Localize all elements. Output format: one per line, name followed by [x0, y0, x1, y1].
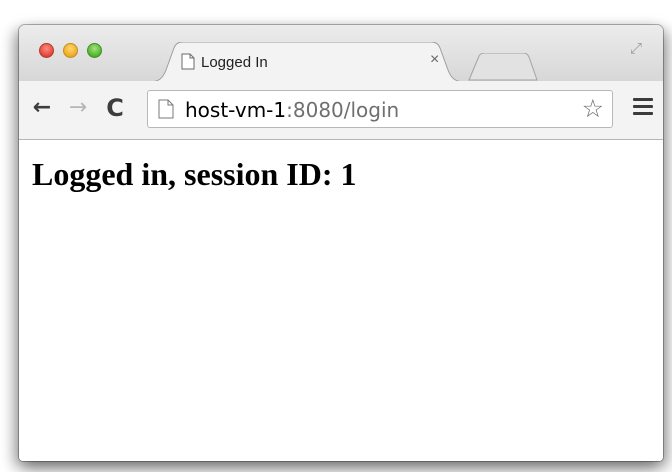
- browser-window: Logged In × ⤢ ← → C host-vm-1:8080/login…: [19, 25, 663, 461]
- menu-bar: [633, 105, 653, 108]
- screen: Logged In × ⤢ ← → C host-vm-1:8080/login…: [0, 0, 672, 472]
- page-content: Logged in, session ID: 1: [19, 140, 663, 461]
- minimize-window-button[interactable]: [63, 43, 78, 58]
- tab-shape: [149, 42, 465, 82]
- reload-button[interactable]: C: [101, 94, 129, 122]
- page-heading: Logged in, session ID: 1: [32, 156, 357, 192]
- tab-close-icon[interactable]: ×: [430, 51, 439, 69]
- tab-logged-in[interactable]: Logged In ×: [149, 42, 465, 82]
- back-button[interactable]: ←: [28, 94, 56, 122]
- forward-button[interactable]: →: [64, 94, 92, 122]
- close-window-button[interactable]: [39, 43, 54, 58]
- bookmark-star-icon[interactable]: ☆: [582, 95, 604, 123]
- tab-strip: Logged In × ⤢: [19, 25, 663, 82]
- menu-icon[interactable]: [633, 98, 653, 116]
- menu-bar: [633, 98, 653, 101]
- url-host: host-vm-1: [185, 98, 287, 122]
- page-icon: [158, 99, 174, 124]
- zoom-window-button[interactable]: [87, 43, 102, 58]
- fullscreen-icon[interactable]: ⤢: [627, 40, 645, 58]
- url-path: :8080/login: [286, 98, 400, 122]
- browser-toolbar: ← → C host-vm-1:8080/login ☆: [19, 81, 663, 140]
- address-bar[interactable]: host-vm-1:8080/login ☆: [147, 90, 613, 128]
- menu-bar: [633, 112, 653, 115]
- url-text[interactable]: host-vm-1:8080/login: [185, 98, 399, 122]
- tab-title: Logged In: [201, 54, 268, 71]
